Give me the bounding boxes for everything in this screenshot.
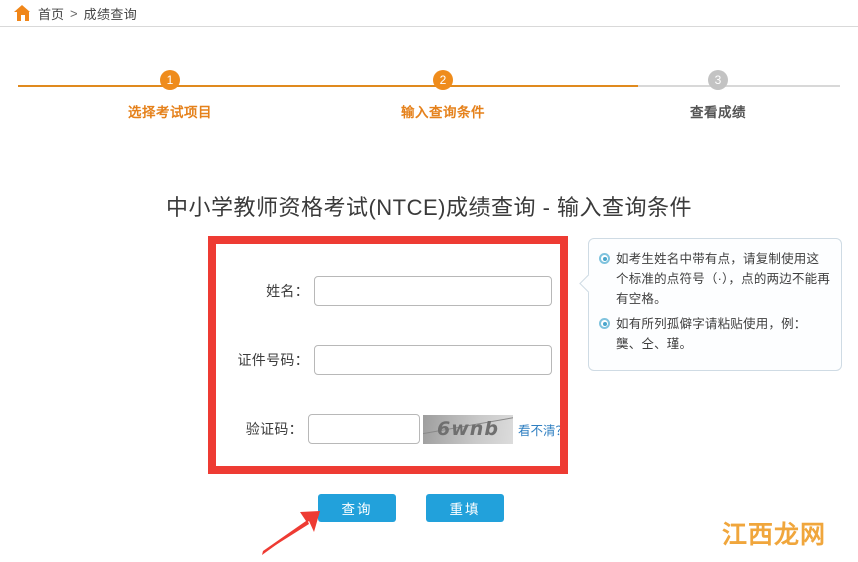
step-2-number: 2: [433, 70, 453, 90]
captcha-refresh-link[interactable]: 看不清？: [518, 420, 568, 439]
bullet-icon: [599, 318, 610, 329]
step-1-label: 选择考试项目: [128, 105, 212, 120]
info-text-dot-rule: 如考生姓名中带有点，请复制使用这个标准的点符号（·），点的两边不能再有空格。: [616, 252, 831, 306]
step-enter-conditions[interactable]: 2 输入查询条件: [343, 70, 543, 121]
reset-form-button[interactable]: 重填: [426, 494, 504, 522]
step-view-scores[interactable]: 3 查看成绩: [618, 70, 818, 121]
info-panel: 如考生姓名中带有点，请复制使用这个标准的点符号（·），点的两边不能再有空格。 如…: [588, 238, 842, 371]
info-text-rare-chars: 如有所列孤僻字请粘贴使用，例：龑、仝、瑾。: [616, 317, 807, 351]
progress-stepper: 1 选择考试项目 2 输入查询条件 3 查看成绩: [18, 70, 840, 130]
captcha-image[interactable]: 6wnb: [422, 414, 513, 444]
info-item: 如有所列孤僻字请粘贴使用，例：龑、仝、瑾。: [597, 314, 831, 354]
site-watermark: 江西龙网: [722, 520, 827, 549]
id-number-label: 证件号码：: [237, 352, 309, 368]
step-1-number: 1: [160, 70, 180, 90]
breadcrumb-current: 成绩查询: [83, 6, 138, 22]
form-row-captcha: 验证码： 6wnb 看不清？: [208, 414, 568, 444]
breadcrumb-home-link[interactable]: 首页: [38, 4, 64, 23]
name-input[interactable]: [314, 276, 552, 306]
submit-query-button[interactable]: 查询: [318, 494, 396, 522]
info-item: 如考生姓名中带有点，请复制使用这个标准的点符号（·），点的两边不能再有空格。: [597, 249, 831, 309]
step-2-label: 输入查询条件: [401, 105, 485, 120]
name-label: 姓名：: [266, 283, 309, 299]
bullet-icon: [599, 253, 610, 264]
form-row-id-number: 证件号码：: [208, 345, 568, 375]
step-select-exam[interactable]: 1 选择考试项目: [70, 70, 270, 121]
id-number-input[interactable]: [314, 345, 552, 375]
captcha-code-text: 6wnb: [437, 417, 499, 440]
query-form: 姓名： 证件号码： 验证码： 6wnb 看不清？: [208, 236, 568, 474]
step-3-number: 3: [708, 70, 728, 90]
breadcrumb: 首页 > 成绩查询: [0, 0, 858, 27]
home-icon[interactable]: [14, 5, 31, 21]
step-3-label: 查看成绩: [690, 105, 746, 120]
form-actions: 查询 重填: [318, 494, 504, 522]
form-row-name: 姓名：: [208, 276, 568, 306]
captcha-label: 验证码：: [245, 421, 303, 437]
page-title: 中小学教师资格考试(NTCE)成绩查询 - 输入查询条件: [165, 195, 693, 220]
breadcrumb-separator: >: [70, 5, 78, 21]
captcha-input[interactable]: [307, 414, 420, 444]
